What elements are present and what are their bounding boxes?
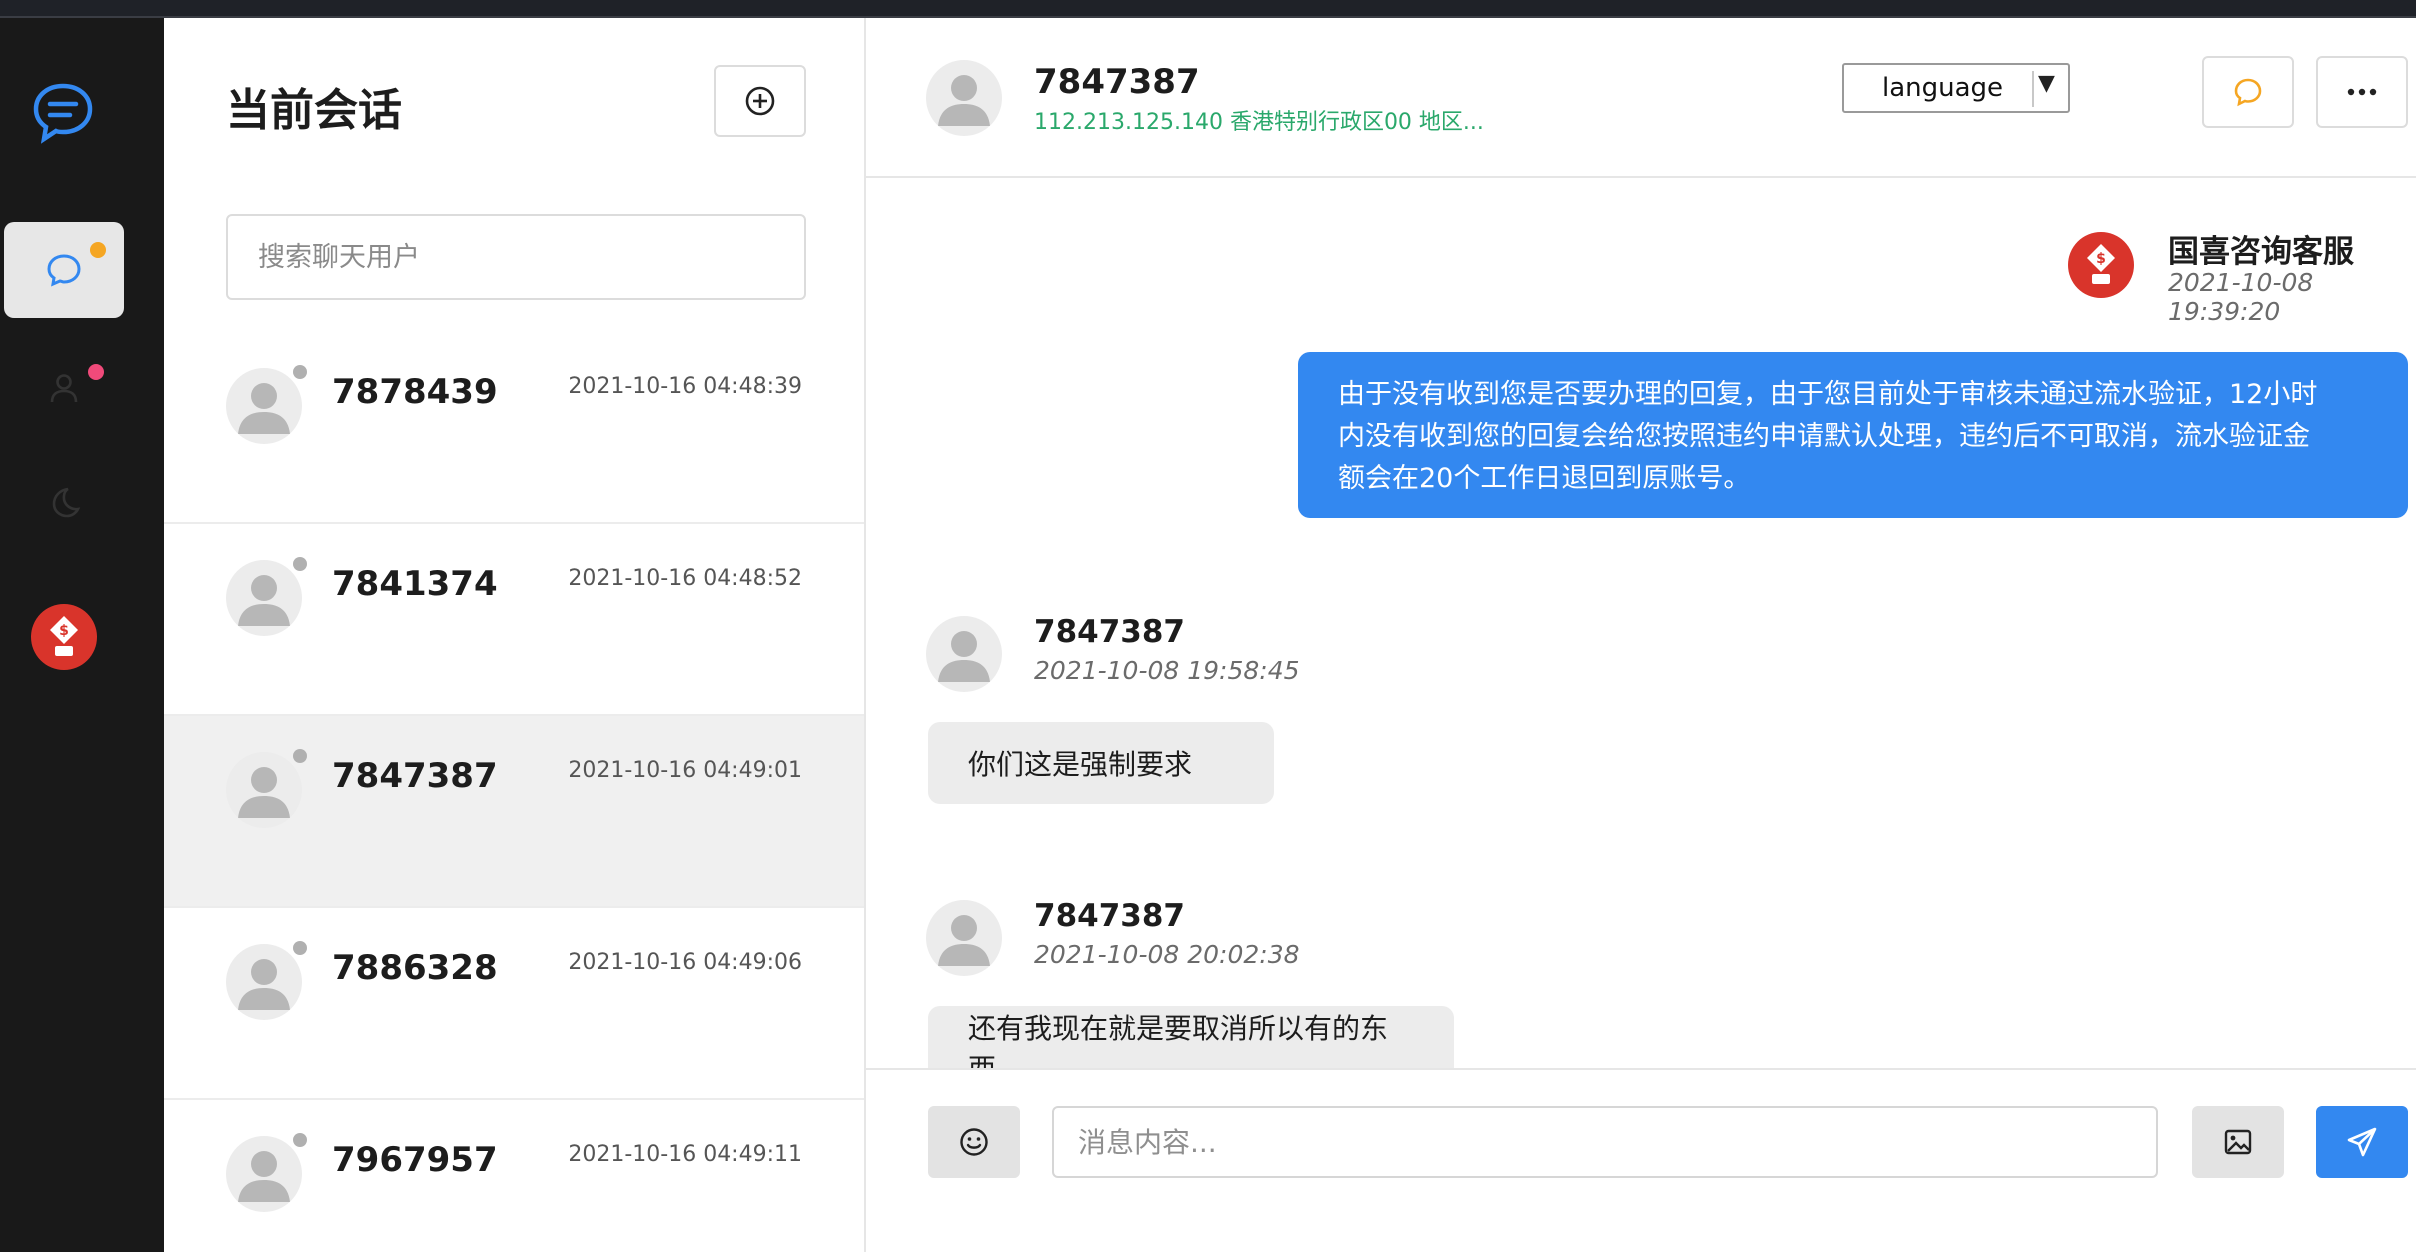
chat-logo-icon: [33, 83, 93, 144]
conversation-time: 2021-10-16 04:48:52: [568, 566, 802, 591]
chat-bubble-icon: [2234, 78, 2262, 107]
conversation-name: 7878439: [332, 372, 498, 412]
conversation-time: 2021-10-16 04:49:11: [568, 1142, 802, 1167]
image-icon: [2224, 1129, 2252, 1155]
moon-icon: [52, 487, 81, 518]
contact-name: 7847387: [1034, 62, 1200, 102]
caret-down-icon: ▼: [2038, 71, 2055, 96]
default-user-icon: [238, 767, 290, 818]
message-sender: 国喜咨询客服: [2168, 234, 2354, 270]
message-time: 2021-10-08 19:39:20: [2168, 268, 2314, 326]
new-conversation-button[interactable]: [714, 65, 806, 137]
message-list: $ 国喜咨询客服 2021-10-08 19:39:20 由于没有收到您是否要办…: [866, 180, 2416, 1070]
default-user-icon: [938, 915, 990, 966]
page-title: 当前会话: [226, 85, 402, 136]
message-time: 2021-10-08 20:02:38: [1034, 940, 1300, 969]
quick-reply-button[interactable]: [2202, 56, 2294, 128]
offline-status-dot: [293, 749, 307, 763]
sender-avatar: [926, 616, 1002, 692]
message-time: 2021-10-08 19:58:45: [1034, 656, 1300, 685]
chat-bubble-icon: [47, 254, 81, 287]
message-line: 内没有收到您的回复会给您按照违约申请默认处理，违约后不可取消，流水验证金: [1338, 421, 2310, 452]
user-avatar: [226, 1136, 302, 1212]
svg-text:$: $: [59, 623, 69, 639]
conversation-time: 2021-10-16 04:48:39: [568, 374, 802, 399]
message-composer: [866, 1068, 2416, 1252]
user-avatar: [226, 560, 302, 636]
language-select-label: language: [1882, 73, 2004, 103]
conversation-item[interactable]: 7967957 2021-10-16 04:49:11: [164, 1100, 864, 1252]
conversation-name: 7886328: [332, 948, 498, 988]
conversation-list-panel: 当前会话 7878439 2021-10-16 04:48:39 7841374 20…: [164, 18, 866, 1252]
conversation-item[interactable]: 7878439 2021-10-16 04:48:39: [164, 332, 864, 524]
ellipsis-icon: [2347, 88, 2377, 96]
user-avatar: [226, 368, 302, 444]
default-user-icon: [938, 75, 990, 126]
message-line: 额会在20个工作日退回到原账号。: [1338, 463, 1751, 494]
chat-panel: 7847387 112.213.125.140 香港特别行政区00 地区... …: [866, 18, 2416, 1252]
emoji-button[interactable]: [928, 1106, 1020, 1178]
search-users-input[interactable]: [226, 214, 806, 300]
default-user-icon: [238, 1151, 290, 1202]
send-image-button[interactable]: [2192, 1106, 2284, 1178]
contact-avatar: [926, 60, 1002, 136]
chat-header: 7847387 112.213.125.140 香港特别行政区00 地区... …: [866, 18, 2416, 178]
default-user-icon: [938, 631, 990, 682]
message-input[interactable]: [1052, 1106, 2158, 1178]
nav-rail: $: [0, 18, 164, 1252]
default-user-icon: [238, 575, 290, 626]
conversation-item[interactable]: 7886328 2021-10-16 04:49:06: [164, 908, 864, 1100]
conversation-name: 7847387: [332, 756, 498, 796]
conversation-name: 7841374: [332, 564, 498, 604]
conversation-item[interactable]: 7841374 2021-10-16 04:48:52: [164, 524, 864, 716]
contact-ip-location: 112.213.125.140 香港特别行政区00 地区...: [1034, 110, 1484, 135]
offline-status-dot: [293, 941, 307, 955]
message-sender: 7847387: [1034, 898, 1185, 934]
user-avatar: [226, 752, 302, 828]
message-line: 由于没有收到您是否要办理的回复，由于您目前处于审核未通过流水验证，12小时: [1338, 379, 2318, 410]
brand-avatar[interactable]: $: [31, 604, 97, 670]
message-bubble-incoming: 你们这是强制要求: [928, 722, 1274, 804]
nav-theme-toggle[interactable]: [4, 454, 124, 550]
select-divider: [2032, 71, 2034, 107]
message-bubble-outgoing: 由于没有收到您是否要办理的回复，由于您目前处于审核未通过流水验证，12小时 内没…: [1298, 352, 2408, 518]
paper-plane-icon: [2347, 1127, 2377, 1157]
message-sender: 7847387: [1034, 614, 1185, 650]
nav-contacts[interactable]: [4, 340, 124, 436]
language-select[interactable]: language ▼: [1842, 63, 2070, 113]
plus-circle-icon: [745, 86, 775, 116]
offline-status-dot: [293, 365, 307, 379]
sender-avatar: [926, 900, 1002, 976]
agent-avatar: $: [2068, 232, 2134, 298]
default-user-icon: [238, 383, 290, 434]
more-options-button[interactable]: [2316, 56, 2408, 128]
notification-dot: [88, 364, 104, 380]
user-avatar: [226, 944, 302, 1020]
smile-icon: [960, 1128, 988, 1156]
unread-dot: [90, 242, 106, 258]
offline-status-dot: [293, 557, 307, 571]
system-menu-bar: [0, 0, 2416, 18]
conversation-time: 2021-10-16 04:49:01: [568, 758, 802, 783]
conversation-name: 7967957: [332, 1140, 498, 1180]
send-button[interactable]: [2316, 1106, 2408, 1178]
conversation-time: 2021-10-16 04:49:06: [568, 950, 802, 975]
nav-chats[interactable]: [4, 222, 124, 318]
svg-text:$: $: [2096, 251, 2106, 267]
default-user-icon: [238, 959, 290, 1010]
message-bubble-incoming: 还有我现在就是要取消所以有的东西: [928, 1006, 1454, 1070]
user-icon: [50, 374, 78, 403]
conversation-item[interactable]: 7847387 2021-10-16 04:49:01: [164, 716, 864, 908]
offline-status-dot: [293, 1133, 307, 1147]
